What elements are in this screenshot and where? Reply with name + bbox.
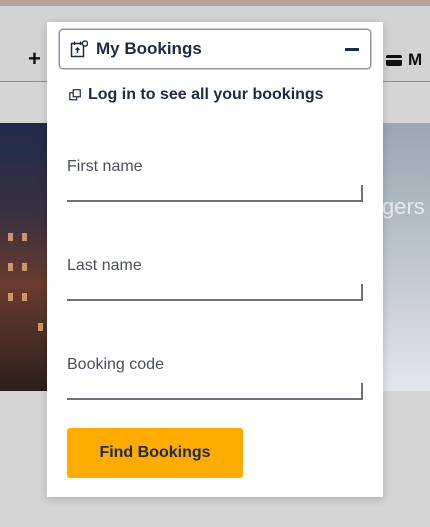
building-window — [22, 293, 27, 301]
hero-image-right — [382, 123, 430, 391]
building-window — [8, 293, 13, 301]
first-name-field[interactable]: First name — [67, 158, 364, 202]
my-bookings-panel: My Bookings Log in to see all your booki… — [47, 22, 383, 497]
building-window — [22, 233, 27, 241]
panel-header[interactable]: My Bookings — [59, 29, 371, 69]
first-name-input[interactable] — [67, 158, 363, 202]
menu-label[interactable]: M — [408, 50, 422, 70]
add-icon[interactable]: + — [28, 48, 41, 70]
login-link-label: Log in to see all your bookings — [88, 86, 324, 103]
hero-text: gers — [382, 194, 425, 219]
find-bookings-button[interactable]: Find Bookings — [67, 428, 243, 478]
building-window — [22, 263, 27, 271]
last-name-field[interactable]: Last name — [67, 257, 364, 301]
minus-icon[interactable] — [342, 39, 362, 59]
building-window — [38, 323, 43, 331]
login-link[interactable]: Log in to see all your bookings — [69, 86, 324, 104]
panel-title: My Bookings — [96, 39, 202, 58]
building-window — [8, 233, 13, 241]
external-link-icon — [69, 89, 81, 101]
booking-code-field[interactable]: Booking code — [67, 356, 364, 400]
last-name-input[interactable] — [67, 257, 363, 301]
card-icon — [386, 55, 402, 66]
booking-code-input[interactable] — [67, 356, 363, 400]
building-window — [8, 263, 13, 271]
booking-calendar-icon — [70, 40, 88, 58]
